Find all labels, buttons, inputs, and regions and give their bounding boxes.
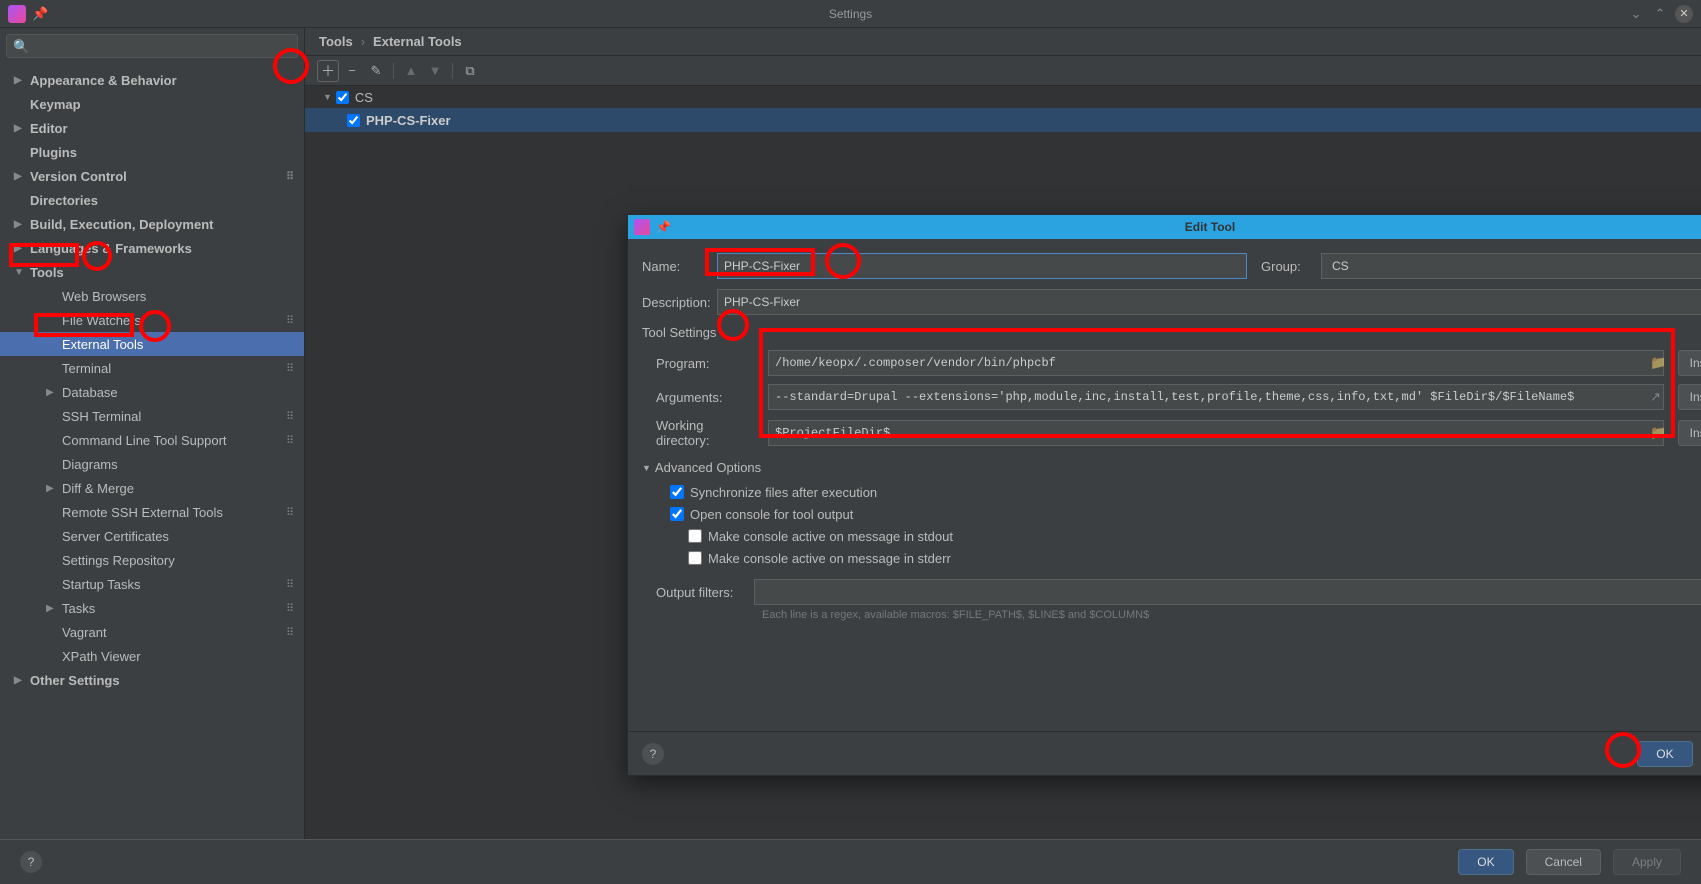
sidebar-item[interactable]: ▶Database: [0, 380, 304, 404]
settings-sidebar: ▶Appearance & BehaviorKeymap▶EditorPlugi…: [0, 28, 305, 839]
sidebar-item[interactable]: ▶Build, Execution, Deployment: [0, 212, 304, 236]
sidebar-item[interactable]: ▶Diff & Merge: [0, 476, 304, 500]
sidebar-item[interactable]: ▶Appearance & Behavior: [0, 68, 304, 92]
dialog-ok-button[interactable]: OK: [1637, 741, 1692, 767]
dialog-help-button[interactable]: ?: [642, 743, 664, 765]
console-checkbox[interactable]: [670, 507, 684, 521]
settings-tree[interactable]: ▶Appearance & BehaviorKeymap▶EditorPlugi…: [0, 64, 304, 839]
sidebar-item[interactable]: ▶Version Control⠿: [0, 164, 304, 188]
output-filters-input[interactable]: [754, 579, 1701, 605]
sidebar-item[interactable]: ▶Tasks⠿: [0, 596, 304, 620]
sidebar-item[interactable]: Directories: [0, 188, 304, 212]
stderr-label: Make console active on message in stderr: [708, 551, 951, 566]
tool-group-row[interactable]: ▼ CS: [305, 86, 1701, 108]
group-checkbox[interactable]: [336, 91, 349, 104]
stdout-checkbox[interactable]: [688, 529, 702, 543]
name-label: Name:: [642, 259, 717, 274]
minimize-icon[interactable]: ⌄: [1627, 5, 1645, 23]
workdir-macro-button[interactable]: Insert Macro...: [1678, 420, 1701, 446]
sidebar-item[interactable]: Keymap: [0, 92, 304, 116]
desc-label: Description:: [642, 295, 717, 310]
advanced-toggle[interactable]: ▼ Advanced Options: [642, 460, 1701, 475]
cancel-button[interactable]: Cancel: [1526, 849, 1601, 875]
remove-button[interactable]: −: [341, 60, 363, 82]
sidebar-item[interactable]: Plugins: [0, 140, 304, 164]
edit-tool-dialog: 📌 Edit Tool ⌄ ⌃ ✕ Name: Group:: [627, 214, 1701, 776]
sidebar-item[interactable]: ▶Editor: [0, 116, 304, 140]
name-input[interactable]: [717, 253, 1247, 279]
sidebar-item[interactable]: Settings Repository: [0, 548, 304, 572]
desc-input[interactable]: [717, 289, 1701, 315]
ok-button[interactable]: OK: [1458, 849, 1513, 875]
sidebar-item[interactable]: Vagrant⠿: [0, 620, 304, 644]
add-button[interactable]: ＋: [317, 60, 339, 82]
sync-label: Synchronize files after execution: [690, 485, 877, 500]
dialog-app-icon: [634, 219, 650, 235]
group-name: CS: [355, 90, 373, 105]
program-label: Program:: [656, 356, 760, 371]
tool-item-row[interactable]: PHP-CS-Fixer: [305, 108, 1701, 132]
breadcrumb-root[interactable]: Tools: [319, 34, 353, 49]
external-tools-list: ▼ CS PHP-CS-Fixer 📌 Edit Tool ⌄: [305, 86, 1701, 839]
down-button[interactable]: ▼: [424, 60, 446, 82]
stdout-label: Make console active on message in stdout: [708, 529, 953, 544]
sidebar-item[interactable]: ▶Languages & Frameworks: [0, 236, 304, 260]
maximize-icon[interactable]: ⌃: [1651, 5, 1669, 23]
program-macro-button[interactable]: Insert Macro...: [1678, 350, 1701, 376]
arguments-macro-button[interactable]: Insert Macro...: [1678, 384, 1701, 410]
output-filters-label: Output filters:: [656, 585, 746, 600]
group-label: Group:: [1261, 259, 1321, 274]
dialog-pin-icon[interactable]: 📌: [656, 220, 671, 234]
window-title: Settings: [829, 7, 872, 21]
tool-settings-label: Tool Settings: [642, 325, 1701, 340]
edit-button[interactable]: ✎: [365, 60, 387, 82]
sidebar-item[interactable]: XPath Viewer: [0, 644, 304, 668]
sidebar-item[interactable]: File Watchers⠿: [0, 308, 304, 332]
item-name: PHP-CS-Fixer: [366, 113, 451, 128]
group-select[interactable]: CS: [1321, 253, 1701, 279]
dialog-title: Edit Tool: [1185, 220, 1235, 234]
program-input[interactable]: [768, 350, 1664, 376]
sidebar-item[interactable]: Terminal⠿: [0, 356, 304, 380]
arguments-input[interactable]: [768, 384, 1664, 410]
help-button[interactable]: ?: [20, 851, 42, 873]
sidebar-item[interactable]: Startup Tasks⠿: [0, 572, 304, 596]
sidebar-item[interactable]: SSH Terminal⠿: [0, 404, 304, 428]
close-icon[interactable]: ✕: [1675, 5, 1693, 23]
copy-button[interactable]: ⧉: [459, 60, 481, 82]
settings-footer: ? OK Cancel Apply: [0, 839, 1701, 884]
sidebar-item[interactable]: ▶Other Settings: [0, 668, 304, 692]
arguments-label: Arguments:: [656, 390, 760, 405]
sidebar-item[interactable]: Diagrams: [0, 452, 304, 476]
sidebar-item[interactable]: ▼Tools: [0, 260, 304, 284]
window-titlebar: 📌 Settings ⌄ ⌃ ✕: [0, 0, 1701, 28]
output-filters-hint: Each line is a regex, available macros: …: [762, 609, 1701, 621]
apply-button[interactable]: Apply: [1613, 849, 1681, 875]
breadcrumb-leaf[interactable]: External Tools: [373, 34, 462, 49]
dialog-titlebar: 📌 Edit Tool ⌄ ⌃ ✕: [628, 215, 1701, 239]
sidebar-item[interactable]: Web Browsers: [0, 284, 304, 308]
settings-main: Tools › External Tools ＋ − ✎ ▲ ▼ ⧉ ▼ CS: [305, 28, 1701, 839]
sidebar-item[interactable]: Server Certificates: [0, 524, 304, 548]
item-checkbox[interactable]: [347, 114, 360, 127]
stderr-checkbox[interactable]: [688, 551, 702, 565]
sidebar-item[interactable]: External Tools: [0, 332, 304, 356]
workdir-input[interactable]: [768, 420, 1664, 446]
workdir-label: Working directory:: [656, 418, 760, 448]
sidebar-item[interactable]: Remote SSH External Tools⠿: [0, 500, 304, 524]
search-input[interactable]: [6, 34, 298, 58]
external-tools-toolbar: ＋ − ✎ ▲ ▼ ⧉: [305, 56, 1701, 86]
app-icon: [8, 5, 26, 23]
pin-icon[interactable]: 📌: [32, 6, 48, 22]
up-button[interactable]: ▲: [400, 60, 422, 82]
console-label: Open console for tool output: [690, 507, 853, 522]
sidebar-item[interactable]: Command Line Tool Support⠿: [0, 428, 304, 452]
breadcrumb: Tools › External Tools: [305, 28, 1701, 56]
sync-checkbox[interactable]: [670, 485, 684, 499]
